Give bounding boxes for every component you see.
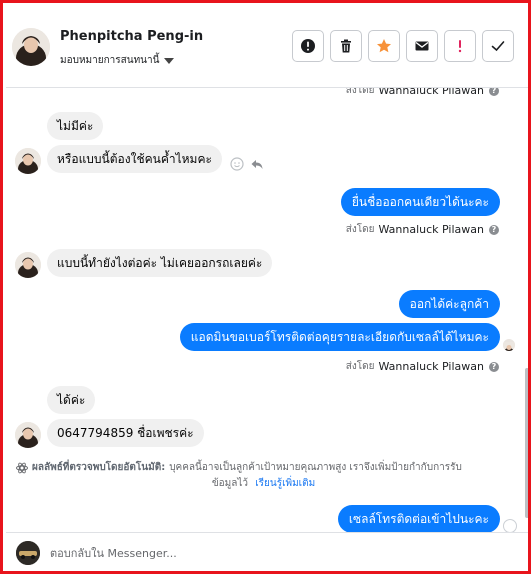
incoming-message[interactable]: แบบนี้ทำยังไงต่อค่ะ ไม่เคยออกรถเลยค่ะ (47, 249, 273, 277)
reply-icon[interactable] (250, 157, 264, 171)
mail-icon (415, 41, 429, 51)
check-icon (491, 41, 505, 52)
assign-conversation-dropdown[interactable]: มอบหมายการสนทนานี้ (60, 53, 175, 68)
outgoing-message[interactable]: ออกได้ค่ะลูกค้า (398, 290, 500, 318)
contact-avatar-small (15, 148, 41, 174)
assign-label: มอบหมายการสนทนานี้ (60, 55, 160, 66)
auto-detected-label: ผลลัพธ์ที่ตรวจพบโดยอัตโนมัติ: (32, 462, 166, 473)
reply-composer (6, 532, 528, 571)
sent-by-label: ส่งโดย Wannaluck Pilawan ? (346, 88, 499, 98)
message-thread[interactable]: ส่งโดย Wannaluck Pilawan ? ไม่มีค่ะ หรือ… (6, 88, 528, 532)
delete-button[interactable] (330, 30, 362, 62)
seen-indicator-avatar (503, 339, 515, 351)
page-avatar (16, 541, 40, 565)
trash-icon (341, 39, 351, 53)
auto-detected-body: บุคคลนี้อาจเป็นลูกค้าเป้าหมายคุณภาพสูง เ… (169, 462, 462, 473)
chevron-down-icon (164, 57, 175, 64)
outgoing-message[interactable]: เซลล์โทรติดต่อเข้าไปนะคะ (337, 505, 500, 532)
info-icon (301, 39, 315, 53)
contact-avatar-small (15, 252, 41, 278)
exclamation-icon (458, 40, 462, 53)
reply-input[interactable] (50, 541, 510, 565)
message-actions (230, 157, 264, 171)
star-icon (377, 39, 391, 53)
scroll-down-button[interactable] (503, 519, 517, 532)
incoming-message[interactable]: หรือแบบนี้ต้องใช้คนค้ำไหมคะ (47, 145, 222, 173)
header-actions (292, 30, 514, 62)
emoji-react-icon[interactable] (230, 157, 244, 171)
auto-detected-body-cont: ข้อมูลไว้ (211, 478, 249, 489)
spam-button[interactable] (444, 30, 476, 62)
mark-done-button[interactable] (482, 30, 514, 62)
sent-by-label: ส่งโดย Wannaluck Pilawan ? (346, 222, 499, 237)
contact-avatar-image (12, 28, 50, 66)
incoming-message[interactable]: ได้ค่ะ (47, 386, 96, 414)
outgoing-message[interactable]: ยื่นชื่อออกคนเดียวได้นะคะ (340, 188, 500, 216)
ai-detect-icon (16, 462, 28, 474)
contact-name: Phenpitcha Peng-in (60, 29, 204, 44)
outgoing-message[interactable]: แอดมินขอเบอร์โทรติดต่อคุยรายละเอียดกับเซ… (179, 323, 500, 351)
app-frame: Phenpitcha Peng-in มอบหมายการสนทนานี้ ส่… (0, 0, 531, 574)
contact-avatar[interactable] (12, 28, 50, 66)
sent-by-label: ส่งโดย Wannaluck Pilawan ? (346, 359, 499, 374)
incoming-message[interactable]: 0647794859 ชื่อเพชรค่ะ (47, 419, 204, 447)
thread-scrollbar[interactable] (525, 368, 528, 518)
learn-more-link[interactable]: เรียนรู้เพิ่มเติม (255, 478, 315, 489)
star-button[interactable] (368, 30, 400, 62)
incoming-message[interactable]: ไม่มีค่ะ (47, 112, 104, 140)
help-icon[interactable]: ? (489, 224, 499, 235)
info-button[interactable] (292, 30, 324, 62)
help-icon[interactable]: ? (489, 361, 499, 372)
help-icon[interactable]: ? (489, 88, 499, 96)
auto-detected-notice: ผลลัพธ์ที่ตรวจพบโดยอัตโนมัติ: บุคคลนี้อา… (16, 460, 511, 492)
mark-unread-button[interactable] (406, 30, 438, 62)
conversation-header: Phenpitcha Peng-in มอบหมายการสนทนานี้ (6, 6, 528, 88)
contact-avatar-small (15, 422, 41, 448)
